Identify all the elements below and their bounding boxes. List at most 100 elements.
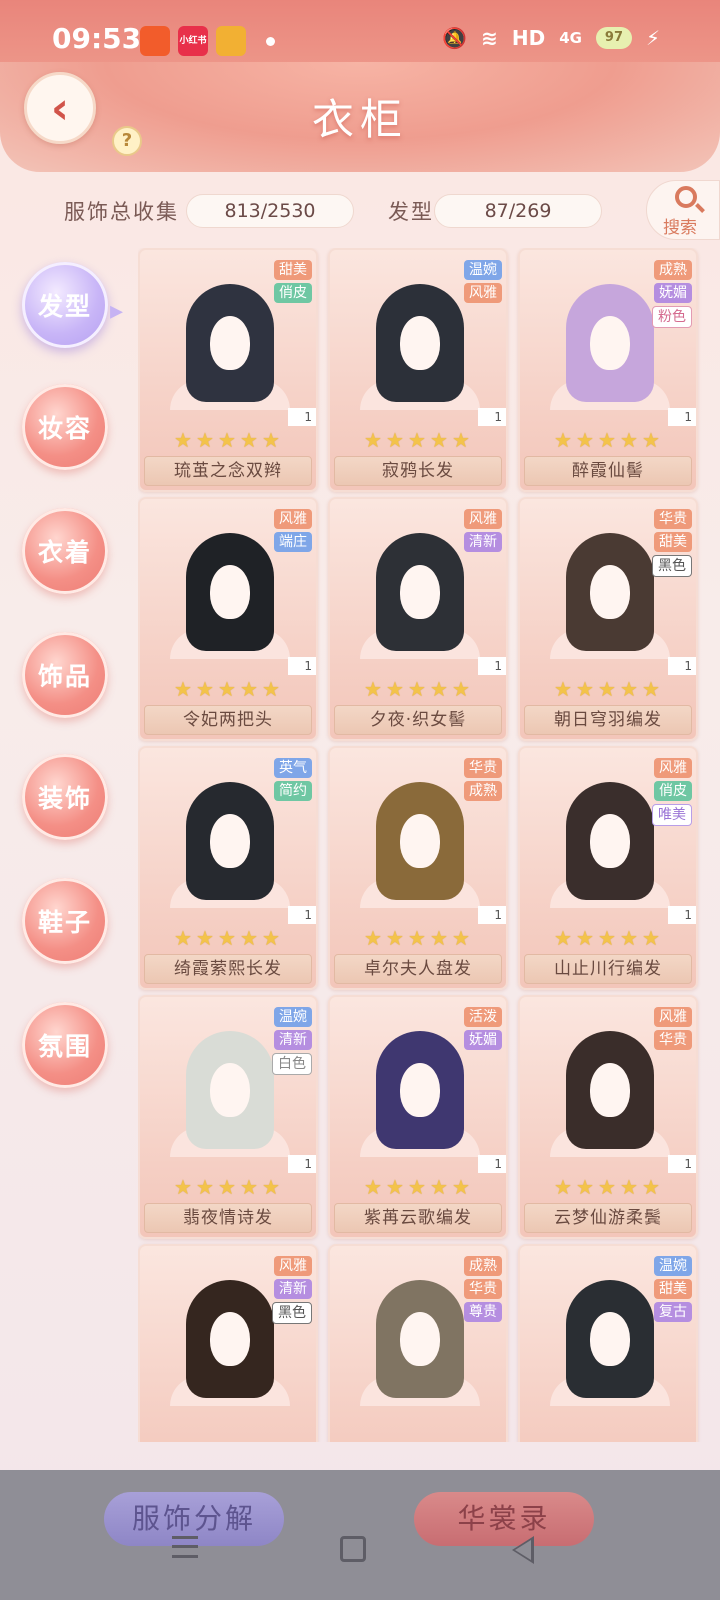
style-tag: 俏皮 [274, 283, 312, 303]
item-name: 云梦仙游柔鬓 [524, 1203, 692, 1233]
style-tag: 俏皮 [654, 781, 692, 801]
star-icon: ★ [218, 1175, 236, 1199]
star-icon: ★ [642, 677, 660, 701]
hairstyle-card[interactable]: 活泼 妩媚 1 ★ ★ ★ ★ ★ 紫苒云歌编发 [328, 995, 508, 1239]
hairstyle-card[interactable]: 华贵 成熟 1 ★ ★ ★ ★ ★ 卓尔夫人盘发 [328, 746, 508, 990]
category-atmosphere[interactable]: 氛围 [22, 1002, 108, 1088]
star-icon: ★ [262, 428, 280, 452]
category-clothing[interactable]: 衣着 [22, 508, 108, 594]
star-icon: ★ [642, 428, 660, 452]
hairstyle-card[interactable]: 温婉 风雅 1 ★ ★ ★ ★ ★ 寂鸦长发 [328, 248, 508, 492]
category-hairstyle[interactable]: 发型 [22, 262, 108, 348]
star-icon: ★ [554, 926, 572, 950]
style-tag: 甜美 [654, 532, 692, 552]
hairstyle-card[interactable]: 成熟 妩媚 粉色 1 ★ ★ ★ ★ ★ 醉霞仙髻 [518, 248, 698, 492]
bottom-bar [0, 1470, 720, 1600]
style-tag: 风雅 [654, 758, 692, 778]
nav-back-icon[interactable] [512, 1536, 534, 1564]
hairstyle-card[interactable]: 风雅 端庄 1 ★ ★ ★ ★ ★ 令妃两把头 [138, 497, 318, 741]
rarity-stars: ★ ★ ★ ★ ★ [174, 928, 282, 948]
hairstyle-card[interactable]: 甜美 俏皮 1 ★ ★ ★ ★ ★ 琉茧之念双辫 [138, 248, 318, 492]
item-name: 夕夜·织女髻 [334, 705, 502, 735]
preview-face [210, 565, 250, 619]
hairstyle-card[interactable]: 风雅 俏皮 唯美 1 ★ ★ ★ ★ ★ 山止川行编发 [518, 746, 698, 990]
style-tags: 温婉 清新 白色 [272, 1007, 312, 1075]
star-icon: ★ [174, 1175, 192, 1199]
style-tag: 尊贵 [464, 1302, 502, 1322]
help-button[interactable]: ? [112, 126, 142, 156]
item-name: 令妃两把头 [144, 705, 312, 735]
preview-face [590, 316, 630, 370]
item-name: 山止川行编发 [524, 954, 692, 984]
star-icon: ★ [364, 1175, 382, 1199]
category-makeup[interactable]: 妆容 [22, 384, 108, 470]
hairstyle-card[interactable]: 风雅 清新 黑色 [138, 1244, 318, 1442]
hairstyle-card[interactable]: 风雅 华贵 1 ★ ★ ★ ★ ★ 云梦仙游柔鬓 [518, 995, 698, 1239]
hairstyle-card[interactable]: 温婉 清新 白色 1 ★ ★ ★ ★ ★ 翡夜情诗发 [138, 995, 318, 1239]
star-icon: ★ [642, 926, 660, 950]
star-icon: ★ [364, 428, 382, 452]
style-tags: 华贵 成熟 [464, 758, 502, 801]
hairstyle-preview [170, 1272, 290, 1406]
star-icon: ★ [554, 1175, 572, 1199]
hairstyle-preview [550, 525, 670, 659]
owned-count: 1 [288, 408, 316, 426]
hairstyle-preview [170, 525, 290, 659]
star-icon: ★ [408, 926, 426, 950]
preview-face [590, 1063, 630, 1117]
style-tag: 风雅 [274, 509, 312, 529]
search-button[interactable]: 搜索 [646, 180, 720, 240]
total-collection-label: 服饰总收集 [64, 200, 179, 224]
owned-count: 1 [288, 657, 316, 675]
hairstyle-preview [170, 1023, 290, 1157]
hairstyle-card[interactable]: 温婉 甜美 复古 [518, 1244, 698, 1442]
style-tag: 清新 [274, 1279, 312, 1299]
category-collection-label: 发型 [388, 200, 434, 224]
style-tag: 清新 [464, 532, 502, 552]
rarity-stars: ★ ★ ★ ★ ★ [364, 1177, 472, 1197]
battery-icon: 97 [595, 27, 632, 49]
style-tag: 成熟 [654, 260, 692, 280]
hairstyle-card[interactable]: 英气 简约 1 ★ ★ ★ ★ ★ 绮霞萦熙长发 [138, 746, 318, 990]
star-icon: ★ [576, 1175, 594, 1199]
item-name: 翡夜情诗发 [144, 1203, 312, 1233]
style-tag: 温婉 [274, 1007, 312, 1027]
style-tag: 复古 [654, 1302, 692, 1322]
star-icon: ★ [262, 1175, 280, 1199]
owned-count: 1 [668, 408, 696, 426]
nav-home-icon[interactable] [340, 1536, 366, 1562]
weibo-icon [216, 26, 246, 56]
item-name: 卓尔夫人盘发 [334, 954, 502, 984]
category-decoration[interactable]: 装饰 [22, 754, 108, 840]
category-collection-value: 87/269 [434, 194, 602, 228]
xiaohongshu-icon: 小红书 [178, 26, 208, 56]
nav-menu-icon[interactable] [172, 1536, 198, 1558]
star-icon: ★ [430, 428, 448, 452]
star-icon: ★ [408, 1175, 426, 1199]
hairstyle-card[interactable]: 华贵 甜美 黑色 1 ★ ★ ★ ★ ★ 朝日穹羽编发 [518, 497, 698, 741]
star-icon: ★ [576, 926, 594, 950]
costume-record-button[interactable]: 华裳录 [414, 1492, 594, 1546]
style-tag: 白色 [272, 1053, 312, 1075]
hairstyle-card[interactable]: 风雅清新 1 ★ ★ ★ ★ ★ 夕夜·织女髻 [328, 497, 508, 741]
preview-face [210, 1063, 250, 1117]
star-icon: ★ [262, 926, 280, 950]
category-shoes[interactable]: 鞋子 [22, 878, 108, 964]
hairstyle-preview [170, 276, 290, 410]
owned-count: 1 [478, 657, 506, 675]
star-icon: ★ [554, 677, 572, 701]
hairstyle-card[interactable]: 成熟 华贵 尊贵 [328, 1244, 508, 1442]
rarity-stars: ★ ★ ★ ★ ★ [364, 679, 472, 699]
hairstyle-preview [550, 276, 670, 410]
style-tag: 风雅 [464, 509, 502, 529]
hairstyle-preview [360, 276, 480, 410]
star-icon: ★ [364, 677, 382, 701]
style-tag: 妩媚 [654, 283, 692, 303]
category-accessory[interactable]: 饰品 [22, 632, 108, 718]
item-grid: 甜美 俏皮 1 ★ ★ ★ ★ ★ 琉茧之念双辫 温婉 风雅 1 ★ ★ ★ ★ ★ 寂鸦长发 成熟 妩媚 粉色 1 ★ ★ ★… [138, 248, 708, 1442]
style-tag: 甜美 [274, 260, 312, 280]
star-icon: ★ [642, 1175, 660, 1199]
style-tag: 黑色 [652, 555, 692, 577]
hairstyle-preview [360, 1023, 480, 1157]
back-button[interactable]: ‹ [24, 72, 96, 144]
